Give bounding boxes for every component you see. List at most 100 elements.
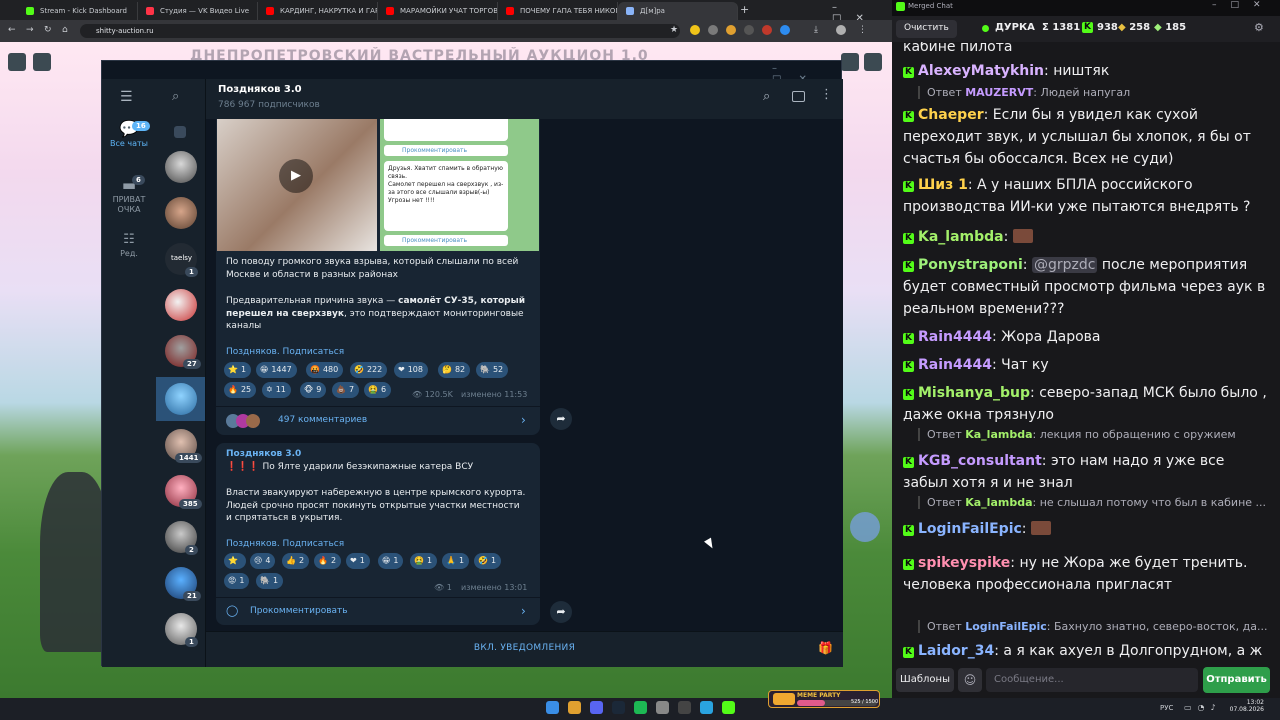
help-icon[interactable] (864, 53, 882, 71)
chat-username[interactable]: Ponystraponi (918, 257, 1023, 273)
chat-username[interactable]: Laidor_34 (918, 643, 994, 659)
tab-kick-dashboard[interactable]: Stream - Kick Dashboard (18, 2, 138, 20)
chat-username[interactable]: Ka_lambda (918, 229, 1004, 245)
extension-icon[interactable] (780, 25, 790, 35)
reaction-chip[interactable]: 🔥 2 (314, 553, 342, 569)
language-indicator[interactable]: РУС (1160, 704, 1173, 712)
chat-avatar[interactable]: 385 (165, 475, 202, 509)
reaction-chip[interactable]: ✡ 11 (262, 382, 291, 398)
notifications-bar[interactable]: ВКЛ. УВЕДОМЛЕНИЯ 🎁 (206, 631, 843, 667)
reaction-chip[interactable]: 🐘 1 (256, 573, 284, 589)
comments-button[interactable]: 497 комментариев › (216, 406, 540, 435)
mention[interactable]: @grpzdc (1031, 257, 1098, 273)
chrome-taskbar-icon[interactable] (568, 701, 581, 714)
templates-button[interactable]: Шаблоны (896, 668, 954, 692)
kick-taskbar-icon[interactable] (722, 701, 735, 714)
meme-party-widget[interactable]: MEME PARTY 525 / 1500 (768, 690, 880, 708)
send-button[interactable]: Отправить (1203, 667, 1270, 693)
gift-icon[interactable]: 🎁 (818, 641, 833, 655)
profile-avatar-icon[interactable] (836, 25, 846, 35)
tab-youtube-3[interactable]: ПОЧЕМУ ГАПА ТЕБЯ НИКОГДА (498, 2, 618, 20)
steam-taskbar-icon[interactable] (612, 701, 625, 714)
comment-button[interactable]: ◯ Прокомментировать › (216, 597, 540, 625)
reaction-chip[interactable]: 💩 7 (332, 382, 360, 398)
post-author[interactable]: Поздняков 3.0 (226, 449, 301, 459)
extension-icon[interactable] (708, 25, 718, 35)
reaction-chip[interactable]: 😡 1 (224, 573, 250, 589)
chat-username[interactable]: Rain4444 (918, 329, 992, 345)
chat-avatar[interactable]: 1441 (165, 429, 203, 463)
reload-icon[interactable]: ↻ (44, 25, 52, 35)
reaction-chip[interactable]: 👍 2 (282, 553, 310, 569)
message-input[interactable]: Сообщение... (986, 668, 1198, 692)
more-options-icon[interactable]: ⋮ (820, 87, 833, 102)
hamburger-menu-icon[interactable]: ☰ (120, 89, 133, 105)
reaction-chip[interactable]: 😁 1 (378, 553, 404, 569)
save-icon[interactable] (33, 53, 51, 71)
chat-username[interactable]: KGB_consultant (918, 453, 1042, 469)
app-taskbar-icon[interactable] (678, 701, 691, 714)
tray-icons[interactable]: ▭◔♪ (1184, 703, 1222, 712)
chat-avatar[interactable]: 21 (165, 567, 201, 601)
reaction-chip[interactable]: 🤮 1 (410, 553, 438, 569)
forward-icon[interactable]: → (26, 25, 34, 35)
windows-start-icon[interactable] (546, 701, 559, 714)
reaction-chip[interactable]: 🤔 82 (438, 362, 471, 378)
search-icon[interactable]: ⌕ (172, 89, 179, 104)
reply-username[interactable]: Ka_lambda (965, 428, 1032, 441)
reaction-chip[interactable]: 😁 1447 (256, 362, 297, 378)
settings-gear-icon[interactable] (841, 53, 859, 71)
browser-menu-icon[interactable]: ⋮ (858, 25, 867, 35)
reply-username[interactable]: LoginFailEpic (965, 620, 1047, 633)
back-icon[interactable]: ← (8, 25, 16, 35)
chat-avatar-selected[interactable] (165, 383, 197, 415)
chat-username[interactable]: Шиз 1 (918, 177, 968, 193)
chat-username[interactable]: AlexeyMatykhin (918, 63, 1044, 79)
extension-icon[interactable] (762, 25, 772, 35)
download-icon[interactable]: ⤓ (814, 25, 818, 35)
enable-notifications-button[interactable]: ВКЛ. УВЕДОМЛЕНИЯ (206, 643, 843, 653)
reaction-chip[interactable]: ⭐ 1 (224, 362, 252, 378)
telegram-taskbar-icon[interactable] (700, 701, 713, 714)
tab-youtube-2[interactable]: МАРАМОЙКИ УЧАТ ТОРГОВАТЬ (378, 2, 498, 20)
home-icon[interactable]: ⌂ (62, 25, 68, 35)
tab-vk-studio[interactable]: Студия — VK Видео Live (138, 2, 258, 20)
chat-username[interactable]: Rain4444 (918, 357, 992, 373)
folder-all-chats[interactable]: 💬 16 Все чаты (102, 119, 156, 161)
chat-avatar[interactable] (165, 197, 197, 229)
reaction-chip[interactable]: 🤬 480 (306, 362, 344, 378)
reaction-chip[interactable]: ❤ 1 (346, 553, 370, 569)
chat-username[interactable]: spikeyspike (918, 555, 1010, 571)
obs-taskbar-icon[interactable] (656, 701, 669, 714)
extension-icon[interactable] (690, 25, 700, 35)
reaction-chip[interactable]: 🤣 222 (350, 362, 388, 378)
discord-taskbar-icon[interactable] (590, 701, 603, 714)
tab-auction-active[interactable]: Д[м]ра (618, 2, 738, 20)
forward-share-icon[interactable]: ➦ (550, 408, 572, 430)
search-icon[interactable]: ⌕ (763, 89, 770, 104)
reaction-chip[interactable]: ⭐ (224, 553, 246, 569)
sidebar-panel-icon[interactable] (792, 91, 805, 102)
chat-avatar[interactable]: 27 (165, 335, 201, 369)
sidebar-toggle-icon[interactable] (8, 53, 26, 71)
reaction-chip[interactable]: ❤ 108 (394, 362, 428, 378)
tab-youtube-1[interactable]: КАРДИНГ, НАКРУТКА И ГАРЕМ (258, 2, 378, 20)
channel-header[interactable]: Поздняков 3.0 786 967 подписчиков ⌕ ⋮ (206, 79, 843, 119)
clock[interactable]: 13:02 07.08.2026 (1228, 699, 1264, 713)
folder-private[interactable]: ▬ 6 ПРИВАТ ОЧКА (102, 175, 156, 219)
chat-username[interactable]: Chaeper (918, 107, 984, 123)
chat-avatar[interactable]: 1 (165, 613, 198, 647)
subscribe-link[interactable]: Поздняков. Подписаться (226, 347, 344, 357)
address-bar[interactable]: shitty-auction.ru (80, 24, 680, 38)
reaction-chip[interactable]: 🙏 1 (442, 553, 470, 569)
video-thumbnail[interactable]: ▶ (217, 119, 377, 251)
chat-username[interactable]: Mishanya_bup (918, 385, 1030, 401)
reaction-chip[interactable]: 🐵 9 (300, 382, 327, 398)
reply-username[interactable]: Ka_lambda (965, 496, 1032, 509)
emoji-icon[interactable]: ☺ (958, 668, 982, 692)
settings-gear-icon[interactable]: ⚙ (1254, 21, 1264, 34)
extension-icon[interactable] (744, 25, 754, 35)
play-icon[interactable]: ▶ (279, 159, 313, 193)
spotify-taskbar-icon[interactable] (634, 701, 647, 714)
folder-edit[interactable]: ☷ Ред. (102, 231, 156, 267)
